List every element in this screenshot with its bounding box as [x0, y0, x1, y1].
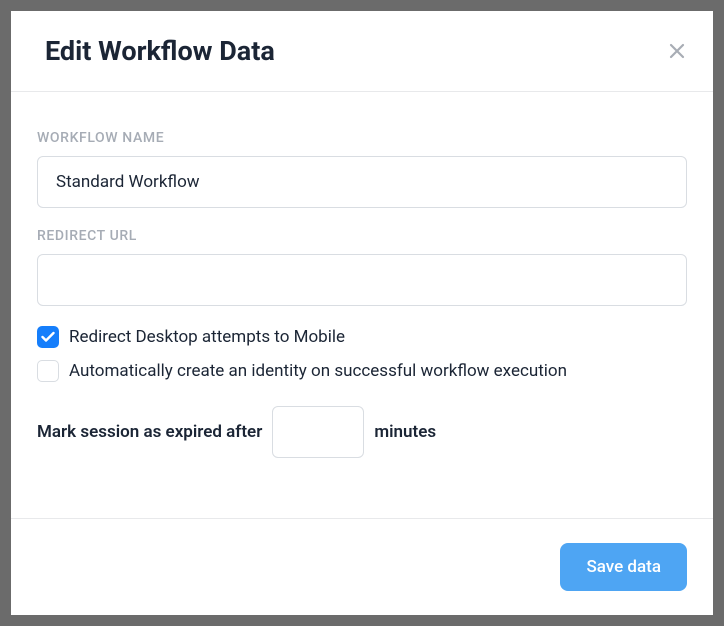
- modal-title: Edit Workflow Data: [45, 35, 275, 67]
- workflow-name-label: WORKFLOW NAME: [37, 130, 687, 146]
- workflow-name-input[interactable]: [37, 156, 687, 208]
- redirect-desktop-checkbox[interactable]: [37, 326, 59, 348]
- edit-workflow-modal: Edit Workflow Data WORKFLOW NAME REDIREC…: [11, 11, 713, 615]
- session-prefix-text: Mark session as expired after: [37, 422, 262, 442]
- modal-header: Edit Workflow Data: [11, 11, 713, 92]
- modal-footer: Save data: [11, 518, 713, 615]
- auto-identity-label: Automatically create an identity on succ…: [69, 361, 567, 381]
- redirect-url-label: REDIRECT URL: [37, 228, 687, 244]
- redirect-desktop-row: Redirect Desktop attempts to Mobile: [37, 326, 687, 348]
- session-suffix-text: minutes: [374, 422, 436, 442]
- redirect-url-field: REDIRECT URL: [37, 228, 687, 306]
- modal-body: WORKFLOW NAME REDIRECT URL Redirect Desk…: [11, 92, 713, 518]
- redirect-desktop-label: Redirect Desktop attempts to Mobile: [69, 327, 345, 347]
- close-icon[interactable]: [667, 41, 687, 61]
- redirect-url-input[interactable]: [37, 254, 687, 306]
- auto-identity-row: Automatically create an identity on succ…: [37, 360, 687, 382]
- session-minutes-input[interactable]: [272, 406, 364, 458]
- auto-identity-checkbox[interactable]: [37, 360, 59, 382]
- session-expiry-row: Mark session as expired after minutes: [37, 406, 687, 458]
- workflow-name-field: WORKFLOW NAME: [37, 130, 687, 208]
- save-button[interactable]: Save data: [560, 543, 687, 591]
- check-icon: [41, 331, 55, 343]
